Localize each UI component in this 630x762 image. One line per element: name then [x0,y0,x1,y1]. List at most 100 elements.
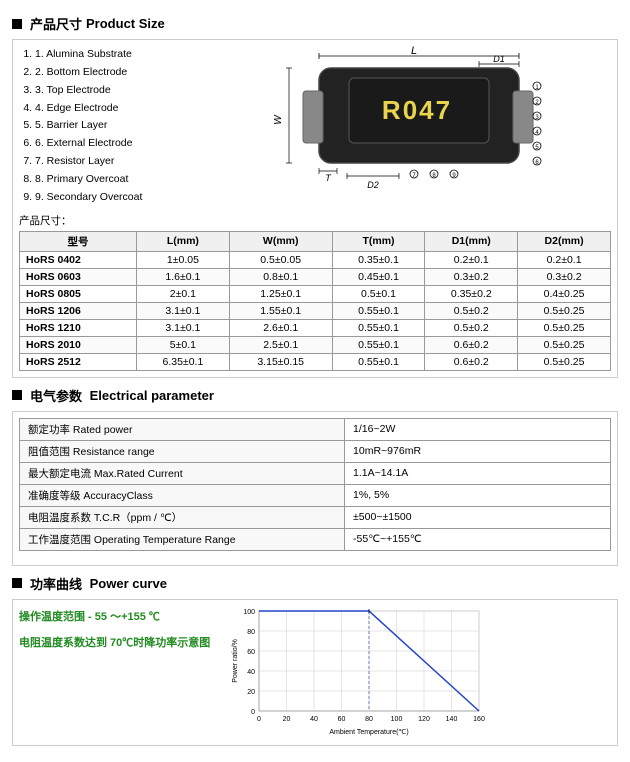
svg-text:D2: D2 [367,180,379,190]
table-label: 产品尺寸： [19,215,72,227]
electrical-box: 额定功率 Rated power1/16~2W阻值范围 Resistance r… [12,411,618,566]
table-row: HoRS 12103.1±0.12.6±0.10.55±0.10.5±0.20.… [20,319,611,336]
power-curve-section: 功率曲线 Power curve 操作温度范围 - 55 ～+155 ℃ 电阻温… [12,574,618,746]
component-item: 4. Edge Electrode [35,100,199,118]
title-bullet [12,19,22,29]
svg-text:80: 80 [247,629,255,636]
table-cell: 0.55±0.1 [332,353,425,370]
table-cell: 3.1±0.1 [137,302,230,319]
table-cell: HoRS 0805 [20,285,137,302]
table-cell: 0.2±0.1 [518,251,611,268]
svg-text:9: 9 [452,173,456,179]
component-diagram: L D1 R047 [207,46,611,207]
param-label: 最大额定电流 Max.Rated Current [20,462,345,484]
component-svg: L D1 R047 [259,46,559,206]
param-label: 电阻温度系数 T.C.R（ppm / ℃） [20,506,345,528]
electrical-param-row: 最大额定电流 Max.Rated Current1.1A~14.1A [20,462,611,484]
svg-text:T: T [325,173,332,183]
svg-text:120: 120 [418,716,430,723]
product-size-title: 产品尺寸 Product Size [12,14,618,33]
power-curve-title-en: Power curve [90,576,167,591]
table-cell: 0.5±0.25 [518,302,611,319]
table-cell: 1.55±0.1 [229,302,332,319]
svg-text:40: 40 [247,669,255,676]
table-cell: 0.6±0.2 [425,353,518,370]
component-item: 5. Barrier Layer [35,117,199,135]
product-size-table-label: 产品尺寸： [19,213,611,228]
product-size-top: 1. Alumina Substrate2. Bottom Electrode3… [19,46,611,207]
table-header: L(mm) [137,231,230,251]
component-item: 7. Resistor Layer [35,153,199,171]
product-size-section: 产品尺寸 Product Size 1. Alumina Substrate2.… [12,14,618,378]
table-cell: 0.5±0.2 [425,319,518,336]
op-range-label: 操作温度范围 - 55 ～+155 ℃ [19,606,219,628]
table-cell: 0.55±0.1 [332,336,425,353]
svg-text:5: 5 [535,145,539,151]
param-value: 1/16~2W [345,418,611,440]
component-items: 1. Alumina Substrate2. Bottom Electrode3… [19,46,199,207]
svg-text:140: 140 [446,716,458,723]
table-cell: 0.55±0.1 [332,319,425,336]
svg-text:60: 60 [247,649,255,656]
power-curve-text: 操作温度范围 - 55 ～+155 ℃ 电阻温度系数达到 70℃时降功率示意图 [19,606,219,654]
svg-text:160: 160 [473,716,485,723]
table-header: T(mm) [332,231,425,251]
svg-text:3: 3 [535,115,539,121]
param-value: -55℃~+155℃ [345,528,611,550]
table-cell: HoRS 2512 [20,353,137,370]
table-cell: 5±0.1 [137,336,230,353]
electrical-title-en: Electrical parameter [90,388,214,403]
svg-text:6: 6 [535,160,539,166]
title-bullet-3 [12,578,22,588]
table-row: HoRS 06031.6±0.10.8±0.10.45±0.10.3±0.20.… [20,268,611,285]
title-bullet-2 [12,390,22,400]
table-cell: 3.1±0.1 [137,319,230,336]
param-value: 10mR~976mR [345,440,611,462]
table-cell: 1±0.05 [137,251,230,268]
param-value: 1%, 5% [345,484,611,506]
table-cell: 0.5±0.1 [332,285,425,302]
table-cell: 0.6±0.2 [425,336,518,353]
table-cell: 0.35±0.1 [332,251,425,268]
component-item: 3. Top Electrode [35,82,199,100]
table-cell: 0.3±0.2 [425,268,518,285]
param-label: 工作温度范围 Operating Temperature Range [20,528,345,550]
svg-text:R047: R047 [382,95,452,125]
table-cell: HoRS 1206 [20,302,137,319]
svg-text:D1: D1 [493,54,505,64]
table-cell: 2.6±0.1 [229,319,332,336]
table-cell: 0.5±0.25 [518,319,611,336]
svg-text:0: 0 [257,716,261,723]
electrical-param-row: 准确度等级 AccuracyClass1%, 5% [20,484,611,506]
svg-text:8: 8 [432,173,436,179]
svg-text:2: 2 [535,100,539,106]
table-row: HoRS 08052±0.11.25±0.10.5±0.10.35±0.20.4… [20,285,611,302]
table-cell: 0.2±0.1 [425,251,518,268]
table-row: HoRS 25126.35±0.13.15±0.150.55±0.10.6±0.… [20,353,611,370]
table-cell: 0.5±0.2 [425,302,518,319]
table-cell: 2.5±0.1 [229,336,332,353]
svg-text:100: 100 [243,609,255,616]
table-row: HoRS 04021±0.050.5±0.050.35±0.10.2±0.10.… [20,251,611,268]
table-cell: 0.5±0.25 [518,353,611,370]
param-label: 准确度等级 AccuracyClass [20,484,345,506]
svg-text:Power ratio/%: Power ratio/% [232,639,239,683]
table-row: HoRS 12063.1±0.11.55±0.10.55±0.10.5±0.20… [20,302,611,319]
electrical-param-row: 额定功率 Rated power1/16~2W [20,418,611,440]
table-cell: 0.5±0.25 [518,336,611,353]
table-cell: 0.45±0.1 [332,268,425,285]
table-cell: HoRS 0402 [20,251,137,268]
table-cell: HoRS 1210 [20,319,137,336]
electrical-param-row: 电阻温度系数 T.C.R（ppm / ℃）±500~±1500 [20,506,611,528]
table-row: HoRS 20105±0.12.5±0.10.55±0.10.6±0.20.5±… [20,336,611,353]
table-cell: 0.8±0.1 [229,268,332,285]
svg-text:7: 7 [412,173,416,179]
svg-text:Ambient Temperature(℃): Ambient Temperature(℃) [329,729,408,736]
table-header: D1(mm) [425,231,518,251]
table-cell: HoRS 2010 [20,336,137,353]
power-curve-container: 操作温度范围 - 55 ～+155 ℃ 电阻温度系数达到 70℃时降功率示意图 [19,606,611,739]
param-value: 1.1A~14.1A [345,462,611,484]
table-header: W(mm) [229,231,332,251]
electrical-param-row: 阻值范围 Resistance range10mR~976mR [20,440,611,462]
component-item: 1. Alumina Substrate [35,46,199,64]
